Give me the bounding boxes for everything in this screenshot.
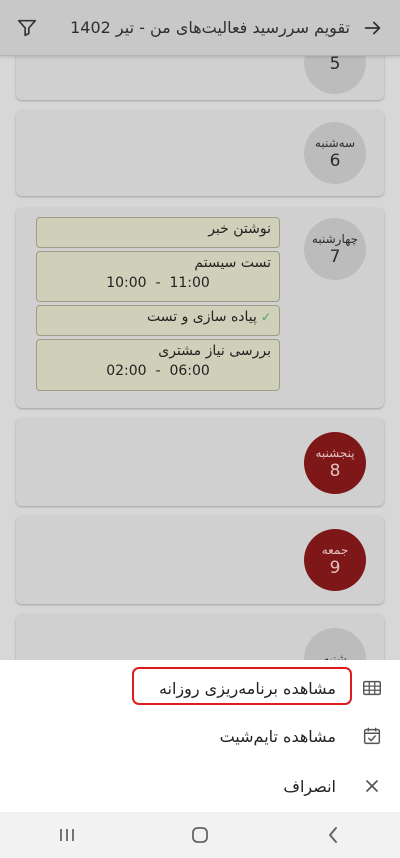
day-badge: شنبه <box>304 628 366 660</box>
home-icon[interactable] <box>180 820 220 850</box>
option-label: انصراف <box>283 776 336 796</box>
event-time: 10:00 - 11:00 <box>106 275 210 291</box>
calendar-check-icon <box>360 724 384 748</box>
day-card[interactable]: جمعه 9 <box>16 516 384 604</box>
event-title: نوشتن خبر <box>208 221 271 237</box>
day-badge: 5 <box>304 56 366 94</box>
day-card[interactable]: چهارشنبه 7 نوشتن خبر تست سیستم 10:00 - 1… <box>16 208 384 408</box>
day-badge: چهارشنبه 7 <box>304 218 366 280</box>
day-badge: جمعه 9 <box>304 529 366 591</box>
check-icon: ✓ <box>260 310 271 324</box>
day-card[interactable]: سه‌شنبه 6 <box>16 110 384 196</box>
option-label: مشاهده تایم‌شیت <box>219 726 336 746</box>
table-icon <box>360 676 384 700</box>
day-badge: پنجشنبه 8 <box>304 432 366 494</box>
event-item[interactable]: بررسی نیاز مشتری 02:00 - 06:00 <box>36 339 280 391</box>
day-name: سه‌شنبه <box>314 135 356 150</box>
filter-icon[interactable] <box>14 15 40 41</box>
day-name: پنجشنبه <box>315 445 355 460</box>
page-title: تقویم سررسید فعالیت‌های من - تیر 1402 <box>70 18 350 37</box>
day-number: 7 <box>329 246 341 267</box>
event-item[interactable]: تست سیستم 10:00 - 11:00 <box>36 251 280 302</box>
day-number: 5 <box>329 56 341 74</box>
day-name: جمعه <box>321 542 349 557</box>
day-name: چهارشنبه <box>311 231 359 246</box>
close-icon <box>360 774 384 798</box>
recents-icon[interactable] <box>47 820 87 850</box>
day-card[interactable]: پنجشنبه 8 <box>16 418 384 506</box>
timesheet-option[interactable]: مشاهده تایم‌شیت <box>0 712 400 760</box>
event-time: 02:00 - 06:00 <box>106 363 210 379</box>
event-item[interactable]: نوشتن خبر <box>36 217 280 248</box>
arrow-right-icon[interactable] <box>360 15 386 41</box>
app-bar: تقویم سررسید فعالیت‌های من - تیر 1402 <box>0 0 400 56</box>
event-title: تست سیستم <box>194 255 271 271</box>
day-card[interactable]: شنبه <box>16 614 384 660</box>
day-name: شنبه <box>323 651 347 661</box>
nav-back-icon[interactable] <box>313 820 353 850</box>
cancel-option[interactable]: انصراف <box>0 762 400 810</box>
day-card[interactable]: 5 <box>16 56 384 100</box>
day-number: 6 <box>329 150 341 171</box>
event-title: بررسی نیاز مشتری <box>158 343 271 359</box>
day-badge: سه‌شنبه 6 <box>304 122 366 184</box>
highlight-box <box>132 667 352 705</box>
system-nav-bar <box>0 812 400 858</box>
event-title: ✓پیاده سازی و تست <box>147 309 271 325</box>
day-number: 8 <box>329 460 341 481</box>
calendar-list: 5 سه‌شنبه 6 چهارشنبه 7 نوشتن خبر تست سیس… <box>0 56 400 660</box>
event-item[interactable]: ✓پیاده سازی و تست <box>36 305 280 336</box>
day-number: 9 <box>329 557 341 578</box>
